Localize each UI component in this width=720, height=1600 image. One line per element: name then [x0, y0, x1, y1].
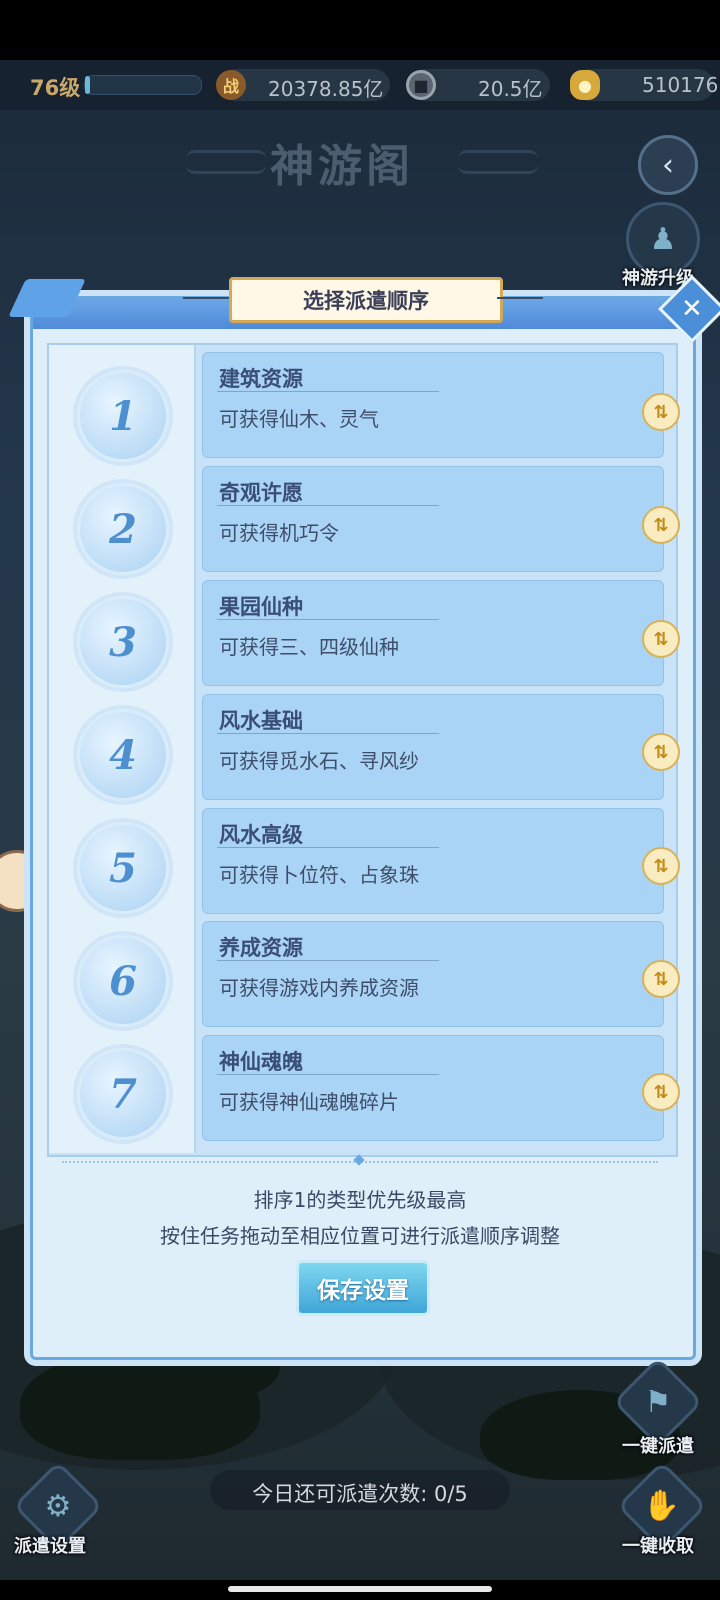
- dispatch-card-orchard[interactable]: 果园仙种 可获得三、四级仙种: [202, 580, 664, 686]
- dispatch-card-fengshui-advanced[interactable]: 风水高级 可获得卜位符、占象珠: [202, 808, 664, 914]
- remaining-dispatch-count: 今日还可派遣次数: 0/5: [252, 1482, 468, 1506]
- card-description: 可获得三、四级仙种: [219, 635, 399, 659]
- order-number: 2: [77, 483, 169, 575]
- sort-handle[interactable]: ⇅: [642, 620, 680, 658]
- sort-handle[interactable]: ⇅: [642, 847, 680, 885]
- title-right-decoration: [458, 150, 538, 174]
- order-number: 6: [77, 935, 169, 1027]
- card-description: 可获得机巧令: [219, 521, 339, 545]
- card-description: 可获得卜位符、占象珠: [219, 863, 419, 887]
- card-title: 风水基础: [219, 709, 303, 733]
- player-level: 76级: [30, 76, 81, 100]
- dispatch-card-wonder[interactable]: 奇观许愿 可获得机巧令: [202, 466, 664, 572]
- close-icon: ✕: [681, 293, 703, 324]
- sort-handle[interactable]: ⇅: [642, 506, 680, 544]
- card-divider: [217, 391, 439, 392]
- character-icon: ♟: [649, 221, 677, 257]
- dispatch-all-label: 一键派遣: [622, 1436, 694, 1457]
- flag-icon: ⚑: [644, 1384, 672, 1420]
- sort-arrows-icon: ⇅: [653, 741, 669, 763]
- sort-arrows-icon: ⇅: [653, 1081, 669, 1103]
- gold-value: 510176: [642, 73, 719, 97]
- coin-icon: ■: [406, 70, 436, 100]
- card-divider: [217, 960, 439, 961]
- home-indicator[interactable]: [228, 1586, 492, 1592]
- page-title: 神游阁: [270, 141, 414, 192]
- order-number: 1: [77, 370, 169, 462]
- back-arrow-icon: ‹: [662, 147, 674, 183]
- gear-icon: ⚙: [44, 1488, 72, 1524]
- card-divider: [217, 505, 439, 506]
- dispatch-card-fengshui-basic[interactable]: 风水基础 可获得觅水石、寻风纱: [202, 694, 664, 800]
- sort-handle[interactable]: ⇅: [642, 960, 680, 998]
- card-title: 建筑资源: [219, 367, 303, 391]
- sort-handle[interactable]: ⇅: [642, 393, 680, 431]
- modal-title-plate: 选择派遣顺序: [229, 277, 503, 323]
- dispatch-card-immortal-soul[interactable]: 神仙魂魄 可获得神仙魂魄碎片: [202, 1035, 664, 1141]
- sort-arrows-icon: ⇅: [653, 628, 669, 650]
- power-icon: 战: [216, 70, 246, 100]
- xp-progress-bar: [84, 75, 202, 95]
- save-settings-button[interactable]: 保存设置: [296, 1260, 430, 1316]
- card-title: 神仙魂魄: [219, 1050, 303, 1074]
- card-title: 奇观许愿: [219, 481, 303, 505]
- sort-handle[interactable]: ⇅: [642, 1073, 680, 1111]
- title-line-left: [183, 297, 229, 299]
- collect-all-label: 一键收取: [622, 1536, 694, 1557]
- card-title: 养成资源: [219, 936, 303, 960]
- order-number: 5: [77, 822, 169, 914]
- sort-arrows-icon: ⇅: [653, 401, 669, 423]
- sort-arrows-icon: ⇅: [653, 968, 669, 990]
- order-number: 3: [77, 596, 169, 688]
- dispatch-card-building[interactable]: 建筑资源 可获得仙木、灵气: [202, 352, 664, 458]
- card-divider: [217, 619, 439, 620]
- card-description: 可获得仙木、灵气: [219, 407, 379, 431]
- card-title: 风水高级: [219, 823, 303, 847]
- title-left-decoration: [186, 150, 266, 174]
- card-divider: [217, 733, 439, 734]
- card-title: 果园仙种: [219, 595, 303, 619]
- sort-arrows-icon: ⇅: [653, 855, 669, 877]
- order-number: 4: [77, 709, 169, 801]
- title-line-right: [497, 297, 543, 299]
- power-value: 20378.85亿: [268, 77, 384, 101]
- hand-icon: ✋: [643, 1488, 681, 1524]
- card-description: 可获得神仙魂魄碎片: [219, 1090, 399, 1114]
- coin-value: 20.5亿: [478, 77, 543, 101]
- card-divider: [217, 1074, 439, 1075]
- gold-ingot-icon: ●: [570, 70, 600, 100]
- card-divider: [217, 847, 439, 848]
- hint-priority: 排序1的类型优先级最高: [253, 1188, 467, 1212]
- status-bar: [0, 0, 720, 60]
- dispatch-settings-label: 派遣设置: [14, 1536, 86, 1557]
- back-button[interactable]: ‹: [638, 135, 698, 195]
- sort-handle[interactable]: ⇅: [642, 733, 680, 771]
- dispatch-card-cultivation[interactable]: 养成资源 可获得游戏内养成资源: [202, 921, 664, 1027]
- sort-arrows-icon: ⇅: [653, 514, 669, 536]
- order-number: 7: [77, 1048, 169, 1140]
- hint-drag: 按住任务拖动至相应位置可进行派遣顺序调整: [160, 1224, 560, 1248]
- card-description: 可获得游戏内养成资源: [219, 976, 419, 1000]
- card-description: 可获得觅水石、寻风纱: [219, 749, 419, 773]
- modal-title: 选择派遣顺序: [303, 289, 429, 313]
